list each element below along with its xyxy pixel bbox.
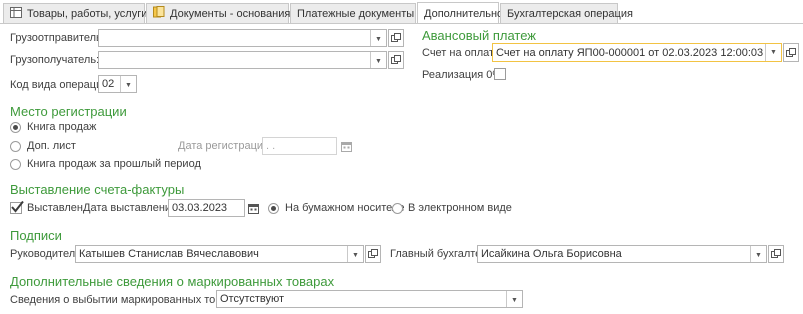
chevron-down-icon[interactable]: ▼	[370, 30, 386, 46]
zero-rate-label: Реализация 0%:	[422, 69, 506, 81]
invoice-label: Счет на оплату:	[422, 47, 503, 59]
accountant-label: Главный бухгалтер:	[390, 248, 491, 260]
registration-date-field[interactable]: . .	[262, 137, 337, 155]
open-shipper-button[interactable]	[388, 29, 404, 47]
tab-divider	[0, 23, 803, 24]
disposal-label: Сведения о выбытии маркированных товаров…	[10, 294, 249, 306]
invoice-issue-section-title: Выставление счета-фактуры	[10, 182, 185, 197]
chevron-down-icon[interactable]: ▼	[765, 44, 781, 61]
tab-label: Бухгалтерская операция	[507, 7, 633, 20]
tab-label: Товары, работы, услуги (1)	[27, 7, 164, 20]
issued-label: Выставлен	[27, 202, 83, 214]
tab-label: Платежные документы (1)	[297, 7, 431, 20]
tab-label: Дополнительно	[424, 7, 504, 20]
radio-additional-sheet[interactable]	[10, 141, 21, 152]
open-icon	[368, 249, 378, 258]
registration-date-value: . .	[266, 140, 276, 152]
chevron-down-icon[interactable]: ▼	[370, 52, 386, 68]
calendar-icon[interactable]	[245, 199, 261, 217]
open-accountant-button[interactable]	[768, 245, 784, 263]
documents-icon	[153, 6, 165, 21]
head-field[interactable]: Катышев Станислав Вячеславович ▼	[75, 245, 364, 263]
op-code-field[interactable]: 02 ▼	[98, 75, 137, 93]
registration-section-title: Место регистрации	[10, 104, 127, 119]
shipper-label: Грузоотправитель:	[10, 32, 105, 44]
accountant-value: Исайкина Ольга Борисовна	[481, 248, 622, 260]
consignee-label: Грузополучатель:	[10, 54, 100, 66]
disposal-value: Отсутствуют	[220, 293, 285, 305]
open-icon	[391, 55, 401, 64]
disposal-field[interactable]: Отсутствуют ▼	[216, 290, 523, 308]
tab-source-documents[interactable]: Документы - основания (1)	[146, 3, 307, 23]
open-head-button[interactable]	[365, 245, 381, 263]
radio-paper-label: На бумажном носителе	[285, 202, 405, 214]
signatures-section-title: Подписи	[10, 228, 62, 243]
chevron-down-icon[interactable]: ▼	[347, 246, 363, 262]
tab-label: Документы - основания (1)	[170, 7, 307, 20]
issue-date-value: 03.03.2023	[172, 202, 228, 214]
registration-date-label: Дата регистрации:	[178, 140, 273, 152]
issued-checkbox[interactable]	[10, 200, 24, 214]
zero-rate-checkbox[interactable]	[494, 68, 506, 80]
head-value: Катышев Станислав Вячеславович	[79, 248, 259, 260]
open-icon	[391, 33, 401, 42]
tab-payment-documents[interactable]: Платежные документы (1)	[290, 3, 431, 23]
shipper-field[interactable]: ▼	[98, 29, 387, 47]
tab-goods-services[interactable]: Товары, работы, услуги (1)	[3, 3, 164, 23]
consignee-field[interactable]: ▼	[98, 51, 387, 69]
radio-previous-period[interactable]	[10, 159, 21, 170]
checkmark-icon	[11, 200, 24, 213]
open-consignee-button[interactable]	[388, 51, 404, 69]
radio-electronic-label: В электронном виде	[408, 202, 512, 214]
tab-bar: Товары, работы, услуги (1) Документы - о…	[0, 0, 803, 24]
radio-electronic[interactable]	[392, 203, 403, 214]
chevron-down-icon[interactable]: ▼	[120, 76, 136, 92]
chevron-down-icon[interactable]: ▼	[750, 246, 766, 262]
chevron-down-icon[interactable]: ▼	[506, 291, 522, 307]
radio-sales-book[interactable]	[10, 122, 21, 133]
calendar-icon[interactable]	[338, 137, 354, 155]
radio-previous-period-label: Книга продаж за прошлый период	[27, 158, 201, 170]
invoice-field[interactable]: Счет на оплату ЯП00-000001 от 02.03.2023…	[492, 43, 782, 62]
radio-additional-sheet-label: Доп. лист	[27, 140, 76, 152]
open-invoice-button[interactable]	[783, 43, 799, 62]
op-code-value: 02	[102, 78, 115, 90]
op-code-label: Код вида операции:	[10, 79, 112, 91]
radio-sales-book-label: Книга продаж	[27, 121, 97, 133]
radio-paper[interactable]	[268, 203, 279, 214]
invoice-value: Счет на оплату ЯП00-000001 от 02.03.2023…	[496, 46, 764, 59]
accountant-field[interactable]: Исайкина Ольга Борисовна ▼	[477, 245, 767, 263]
open-icon	[771, 249, 781, 258]
marked-goods-section-title: Дополнительные сведения о маркированных …	[10, 274, 335, 289]
tab-additional[interactable]: Дополнительно	[417, 2, 503, 24]
head-label: Руководитель:	[10, 248, 84, 260]
advance-section-title: Авансовый платеж	[422, 28, 536, 43]
tab-accounting-operation[interactable]: Бухгалтерская операция	[500, 3, 633, 23]
open-icon	[786, 47, 796, 57]
issue-date-field[interactable]: 03.03.2023	[168, 199, 245, 217]
table-icon	[10, 6, 22, 21]
issue-date-label: Дата выставления:	[83, 202, 181, 214]
